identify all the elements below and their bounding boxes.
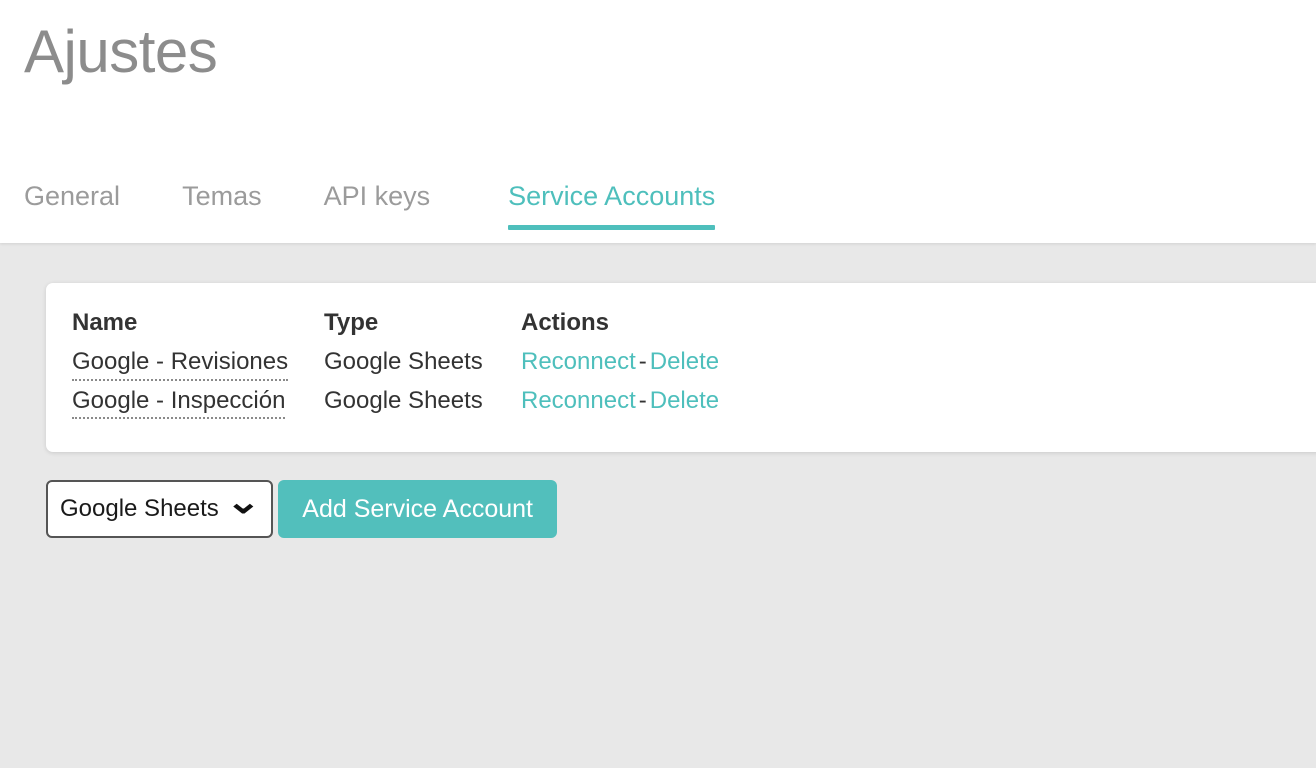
- service-type-select[interactable]: Google Sheets ⌄: [46, 480, 274, 538]
- cell-account-type: Google Sheets: [324, 347, 483, 375]
- tab-temas-label: Temas: [182, 181, 262, 211]
- reconnect-link-inspeccion[interactable]: Reconnect: [521, 387, 636, 414]
- table-header: Name Type Actions: [72, 309, 719, 345]
- tab-service-accounts[interactable]: Service Accounts: [476, 171, 753, 231]
- column-header-type: Type: [324, 309, 379, 336]
- cell-account-actions: Reconnect - Delete: [521, 345, 719, 384]
- active-tab-underline: [508, 225, 716, 231]
- service-type-selected-value: Google Sheets: [60, 495, 219, 522]
- page-title: Ajustes: [24, 18, 218, 85]
- action-separator: -: [638, 386, 647, 414]
- table-body: Google - Revisiones Google Sheets Reconn…: [72, 345, 719, 422]
- tab-api-keys[interactable]: API keys: [324, 171, 469, 230]
- table-header-row: Name Type Actions: [72, 309, 719, 345]
- cell-account-type: Google Sheets: [324, 386, 483, 414]
- tab-bar: General Temas API keys Service Accounts: [0, 171, 1316, 243]
- service-accounts-card: Name Type Actions Google - Revisiones Go…: [46, 283, 1316, 453]
- column-header-actions: Actions: [521, 309, 610, 336]
- cell-account-name: Google - Inspección: [72, 384, 324, 423]
- column-header-name: Name: [72, 309, 138, 336]
- page-header: Ajustes General Temas API keys Service A…: [0, 0, 1316, 243]
- table-row: Google - Revisiones Google Sheets Reconn…: [72, 345, 719, 384]
- tab-general-label: General: [24, 181, 121, 211]
- chevron-down-icon: ⌄: [225, 483, 261, 522]
- account-name-revisiones[interactable]: Google - Revisiones: [72, 347, 289, 381]
- tab-service-accounts-label: Service Accounts: [508, 181, 716, 211]
- cell-account-actions: Reconnect - Delete: [521, 384, 719, 423]
- delete-link-inspeccion[interactable]: Delete: [650, 387, 719, 414]
- controls-row: Google Sheets ⌄ Add Service Account: [46, 480, 557, 538]
- table-row: Google - Inspección Google Sheets Reconn…: [72, 384, 719, 423]
- service-accounts-table: Name Type Actions Google - Revisiones Go…: [72, 309, 719, 422]
- tab-api-keys-label: API keys: [323, 181, 431, 211]
- action-separator: -: [638, 347, 647, 375]
- add-service-account-button[interactable]: Add Service Account: [278, 480, 557, 538]
- delete-link-revisiones[interactable]: Delete: [650, 348, 719, 375]
- account-name-inspeccion[interactable]: Google - Inspección: [72, 386, 286, 420]
- cell-account-name: Google - Revisiones: [72, 345, 324, 384]
- content-area: Name Type Actions Google - Revisiones Go…: [0, 243, 1316, 768]
- tab-temas[interactable]: Temas: [182, 171, 300, 230]
- reconnect-link-revisiones[interactable]: Reconnect: [521, 348, 636, 375]
- tab-general[interactable]: General: [24, 171, 158, 230]
